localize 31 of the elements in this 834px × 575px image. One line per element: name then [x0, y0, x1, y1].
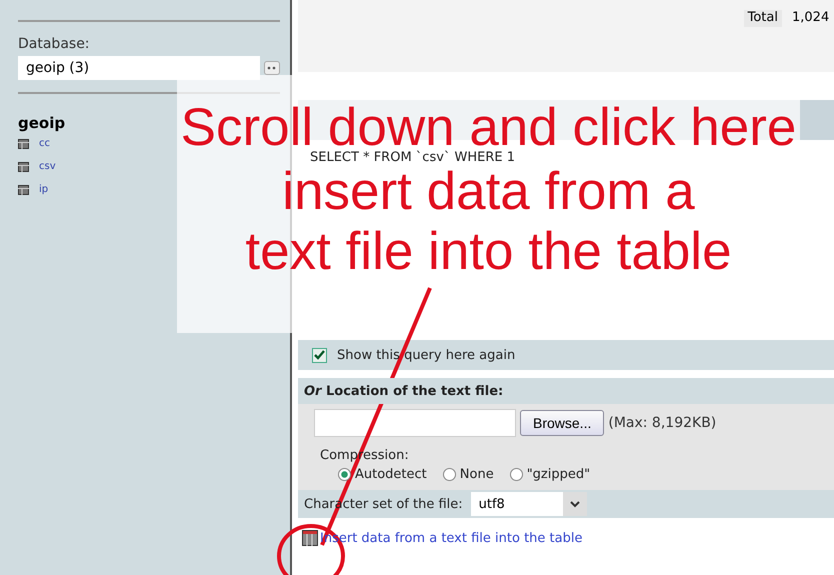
caret-icon	[570, 500, 580, 508]
file-section-title: Or Location of the text file:	[298, 378, 834, 404]
radio-button[interactable]	[510, 468, 523, 481]
compression-option[interactable]: None	[442, 467, 494, 482]
max-size-label: (Max: 8,192KB)	[608, 415, 716, 431]
annotation-text: insert data from a	[282, 167, 695, 217]
radio-button[interactable]	[338, 468, 351, 481]
query-text: SELECT * FROM `csv` WHERE 1	[310, 151, 516, 164]
browse-button[interactable]: Browse...	[520, 410, 604, 436]
annotation-text: text file into the table	[245, 227, 732, 277]
table-link[interactable]: csv	[39, 161, 56, 172]
compression-option[interactable]: "gzipped"	[510, 467, 590, 482]
database-select[interactable]: geoip (3)	[18, 56, 260, 80]
charset-select[interactable]: utf8	[470, 492, 587, 516]
radio-button[interactable]	[442, 468, 456, 481]
total-label: Total	[744, 10, 782, 27]
check-icon	[314, 350, 325, 360]
show-query-checkbox[interactable]	[312, 348, 327, 362]
compression-option[interactable]: Autodetect	[338, 467, 427, 482]
dots-icon	[267, 65, 278, 71]
show-query-label: Show this query here again	[337, 348, 516, 362]
table-link[interactable]: cc	[39, 138, 50, 149]
total-value: 1,024	[792, 10, 830, 27]
file-path-field[interactable]	[314, 409, 516, 437]
table-icon	[302, 530, 318, 546]
table-icon	[18, 138, 29, 148]
table-link[interactable]: ip	[39, 184, 48, 195]
database-label: Database:	[18, 36, 91, 52]
table-icon	[18, 162, 29, 172]
go-button[interactable]	[264, 61, 280, 75]
table-icon	[18, 184, 29, 194]
